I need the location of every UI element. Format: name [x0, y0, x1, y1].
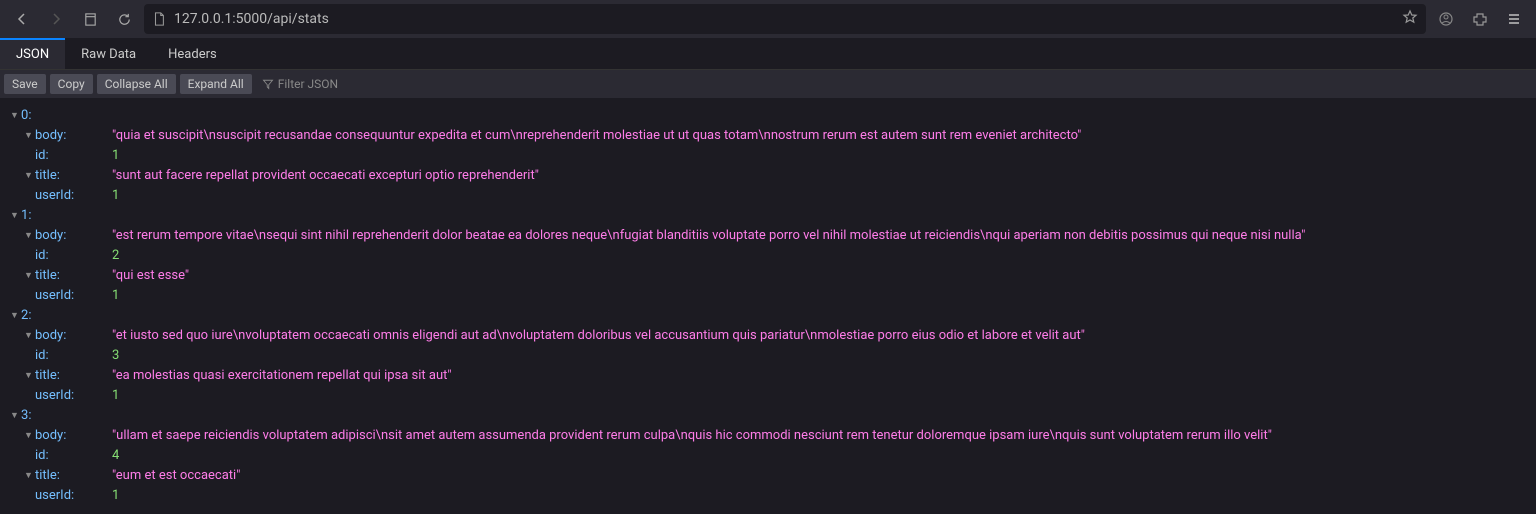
- filter-json-input[interactable]: Filter JSON: [256, 77, 344, 91]
- extensions-icon[interactable]: [1466, 5, 1494, 33]
- json-key[interactable]: ▼0:: [6, 106, 106, 126]
- chevron-down-icon[interactable]: ▼: [24, 126, 35, 146]
- reload-button[interactable]: [110, 5, 138, 33]
- json-key[interactable]: ▼1:: [6, 206, 106, 226]
- json-value: 1: [112, 146, 119, 166]
- json-value: 1: [112, 386, 119, 406]
- chevron-down-icon[interactable]: ▼: [10, 306, 21, 326]
- json-key[interactable]: ▼title:: [6, 366, 106, 386]
- json-value: "et iusto sed quo iure\nvoluptatem occae…: [112, 326, 1085, 346]
- json-value: 1: [112, 286, 119, 306]
- json-key[interactable]: id:: [6, 446, 106, 466]
- collapse-all-button[interactable]: Collapse All: [97, 74, 176, 94]
- chevron-down-icon[interactable]: ▼: [24, 326, 35, 346]
- json-key[interactable]: ▼body:: [6, 426, 106, 446]
- json-value: 4: [112, 446, 119, 466]
- tools-bar: Save Copy Collapse All Expand All Filter…: [0, 70, 1536, 98]
- json-key[interactable]: id:: [6, 146, 106, 166]
- filter-icon: [262, 78, 274, 90]
- json-value: 1: [112, 186, 119, 206]
- json-key[interactable]: ▼title:: [6, 166, 106, 186]
- json-key[interactable]: ▼2:: [6, 306, 106, 326]
- account-icon[interactable]: [1432, 5, 1460, 33]
- json-value: 3: [112, 346, 119, 366]
- copy-button[interactable]: Copy: [50, 74, 93, 94]
- json-value: "sunt aut facere repellat provident occa…: [112, 166, 539, 186]
- json-key[interactable]: ▼body:: [6, 326, 106, 346]
- chevron-down-icon[interactable]: ▼: [10, 406, 21, 426]
- url-bar[interactable]: 127.0.0.1:5000/api/stats: [144, 4, 1426, 34]
- json-value: "est rerum tempore vitae\nsequi sint nih…: [112, 226, 1305, 246]
- chevron-down-icon[interactable]: ▼: [10, 206, 21, 226]
- json-key[interactable]: ▼3:: [6, 406, 106, 426]
- chevron-down-icon[interactable]: ▼: [24, 266, 35, 286]
- json-key[interactable]: ▼body:: [6, 226, 106, 246]
- json-key[interactable]: userId:: [6, 186, 106, 206]
- chevron-down-icon[interactable]: ▼: [24, 366, 35, 386]
- tab-rawdata[interactable]: Raw Data: [65, 38, 152, 69]
- chevron-down-icon[interactable]: ▼: [24, 426, 35, 446]
- json-key[interactable]: ▼title:: [6, 466, 106, 486]
- tab-headers[interactable]: Headers: [152, 38, 233, 69]
- json-key[interactable]: id:: [6, 246, 106, 266]
- json-value: "quia et suscipit\nsuscipit recusandae c…: [112, 126, 1081, 146]
- url-text: 127.0.0.1:5000/api/stats: [174, 11, 1394, 27]
- json-key[interactable]: ▼title:: [6, 266, 106, 286]
- json-key[interactable]: userId:: [6, 386, 106, 406]
- chevron-down-icon[interactable]: ▼: [24, 166, 35, 186]
- json-key[interactable]: userId:: [6, 286, 106, 306]
- forward-button[interactable]: [42, 5, 70, 33]
- bookmark-star-icon[interactable]: [1402, 9, 1418, 29]
- chevron-down-icon[interactable]: ▼: [24, 226, 35, 246]
- tab-json[interactable]: JSON: [0, 38, 65, 69]
- menu-icon[interactable]: [1500, 5, 1528, 33]
- page-icon: [152, 12, 166, 26]
- chevron-down-icon[interactable]: ▼: [24, 466, 35, 486]
- json-value: "eum et est occaecati": [112, 466, 240, 486]
- json-key[interactable]: ▼body:: [6, 126, 106, 146]
- chevron-down-icon[interactable]: ▼: [10, 106, 21, 126]
- json-viewer: ▼0:▼body:"quia et suscipit\nsuscipit rec…: [0, 98, 1536, 514]
- json-value: "qui est esse": [112, 266, 189, 286]
- viewer-tabs: JSON Raw Data Headers: [0, 38, 1536, 70]
- filter-placeholder: Filter JSON: [278, 77, 338, 91]
- json-key[interactable]: userId:: [6, 486, 106, 506]
- save-button[interactable]: Save: [4, 74, 46, 94]
- browser-toolbar: 127.0.0.1:5000/api/stats: [0, 0, 1536, 38]
- library-button[interactable]: [76, 5, 104, 33]
- expand-all-button[interactable]: Expand All: [180, 74, 252, 94]
- json-key[interactable]: id:: [6, 346, 106, 366]
- json-value: "ea molestias quasi exercitationem repel…: [112, 366, 452, 386]
- back-button[interactable]: [8, 5, 36, 33]
- json-value: "ullam et saepe reiciendis voluptatem ad…: [112, 426, 1272, 446]
- json-value: 1: [112, 486, 119, 506]
- json-value: 2: [112, 246, 119, 266]
